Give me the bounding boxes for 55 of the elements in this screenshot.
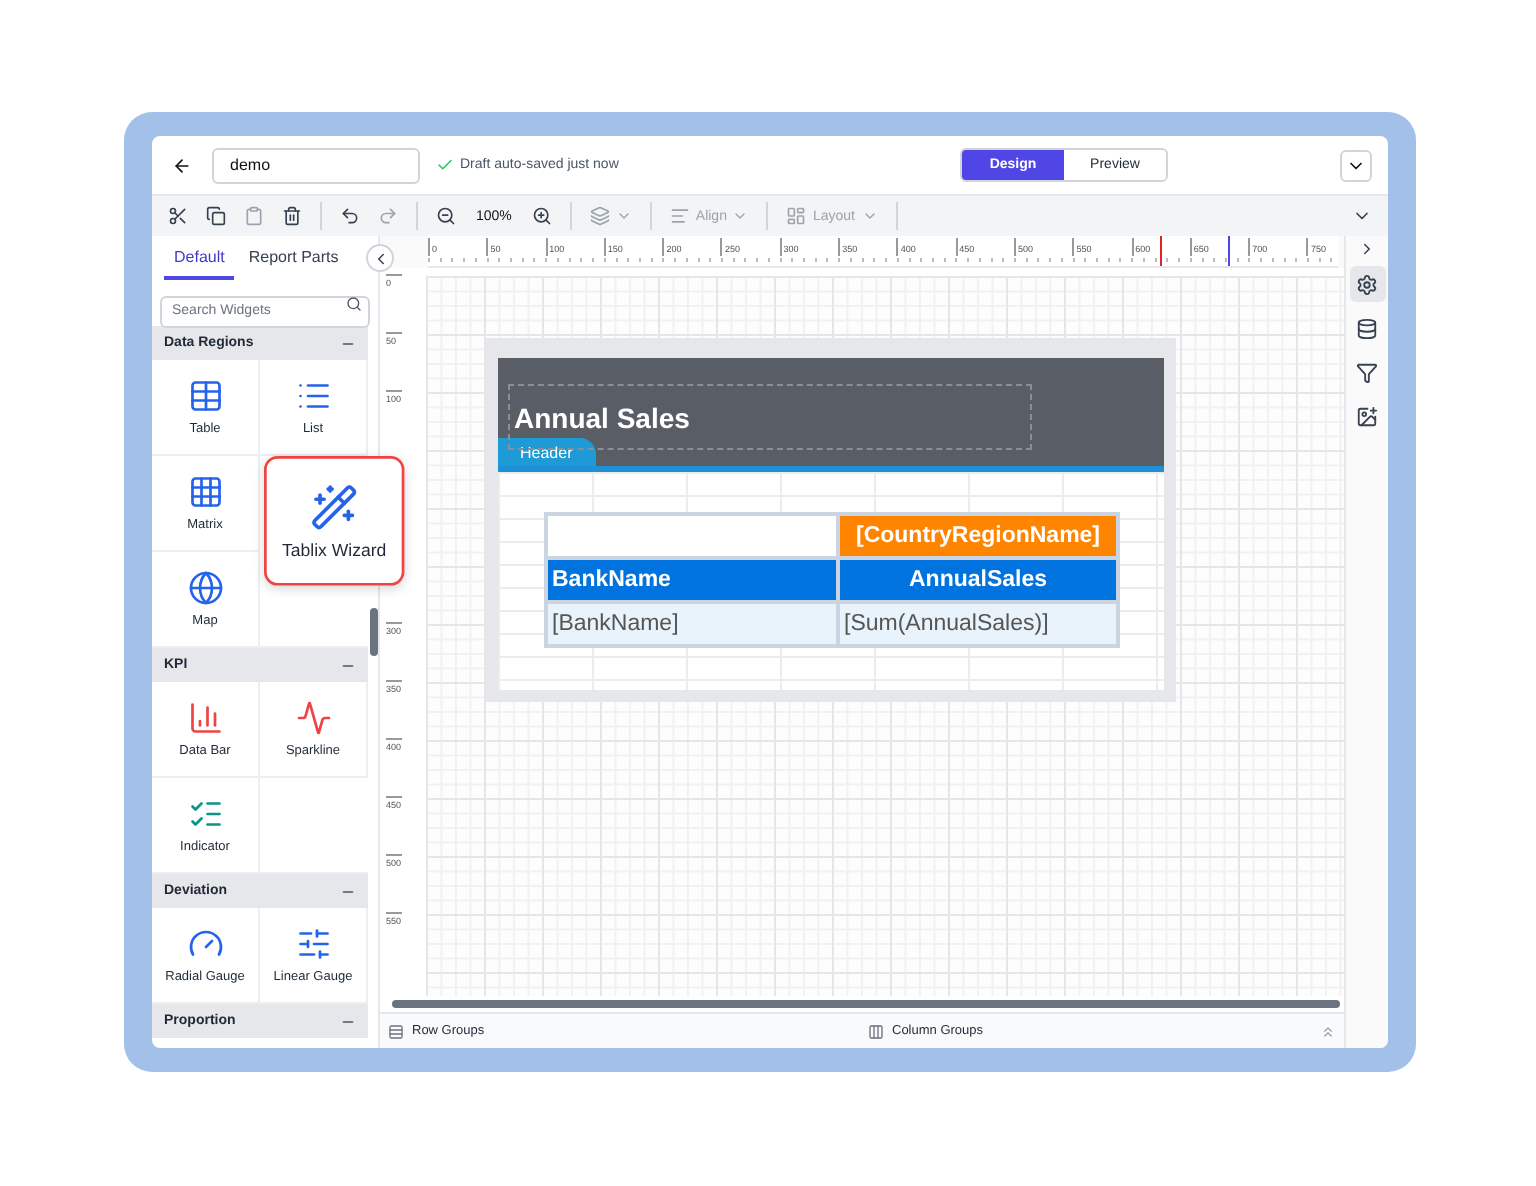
wand-icon [309,481,359,531]
panel-tab[interactable]: Default [164,236,235,280]
expand-icon[interactable] [1358,240,1376,258]
delete-button[interactable] [278,202,306,230]
rows-icon [388,1023,404,1039]
filter-icon [1356,361,1378,383]
list-check-icon [187,796,223,832]
sparkline-icon [295,700,331,736]
globe-icon [187,570,223,606]
chevron-down-icon [861,208,878,224]
copy-icon [206,206,226,226]
scrollbar-thumb[interactable] [392,1000,1340,1008]
band-label: Header [498,438,597,466]
table-cell: [CountryRegionName] [838,514,1118,558]
zoom-out-button[interactable] [432,202,460,230]
design-canvas[interactable]: Annual Sales Header [CountryRegionName] BankName AnnualSales [BankName] [Sum(AnnualSales)] [426,276,1344,996]
undo-icon [340,206,360,226]
chevron-down-icon [615,208,632,224]
zoom-in-icon [531,206,552,226]
list-icon [295,378,331,414]
database-icon [1356,317,1378,339]
layers-icon [589,206,610,226]
table-icon [187,378,223,414]
layout-icon [786,206,807,226]
panel-tab[interactable]: Report Parts [238,236,349,280]
back-icon [172,155,192,175]
scrollbar-thumb[interactable] [370,608,378,656]
cut-icon [168,206,188,226]
columns-icon [868,1023,884,1039]
paste-icon [244,206,264,226]
widget-item[interactable]: Tablix Wizard [264,456,405,586]
bar-chart-icon [187,700,223,736]
copy-button[interactable] [202,202,230,230]
ruler-marker[interactable] [1228,236,1230,266]
table-cell: [Sum(AnnualSales)] [838,602,1118,646]
align-icon [669,206,690,226]
table-cell: BankName [546,558,838,602]
delete-icon [282,206,302,226]
image-icon [1356,405,1378,427]
grid-icon [187,474,223,510]
dropdown-button[interactable] [1340,149,1372,181]
slider-icon [295,926,331,962]
ruler-marker[interactable] [1160,236,1162,266]
collapse-button[interactable] [366,244,394,272]
check-icon [436,156,454,174]
search-icon [346,296,362,312]
table-cell: [BankName] [546,602,838,646]
report-name-field[interactable]: demo [212,147,420,183]
settings-icon [1356,273,1378,295]
chevron-down-icon [732,208,749,224]
table-cell: AnnualSales [838,558,1118,602]
redo-icon [378,206,398,226]
property-tab[interactable] [1349,266,1385,302]
gauge-icon [187,926,223,962]
zoom-out-icon [436,206,456,226]
